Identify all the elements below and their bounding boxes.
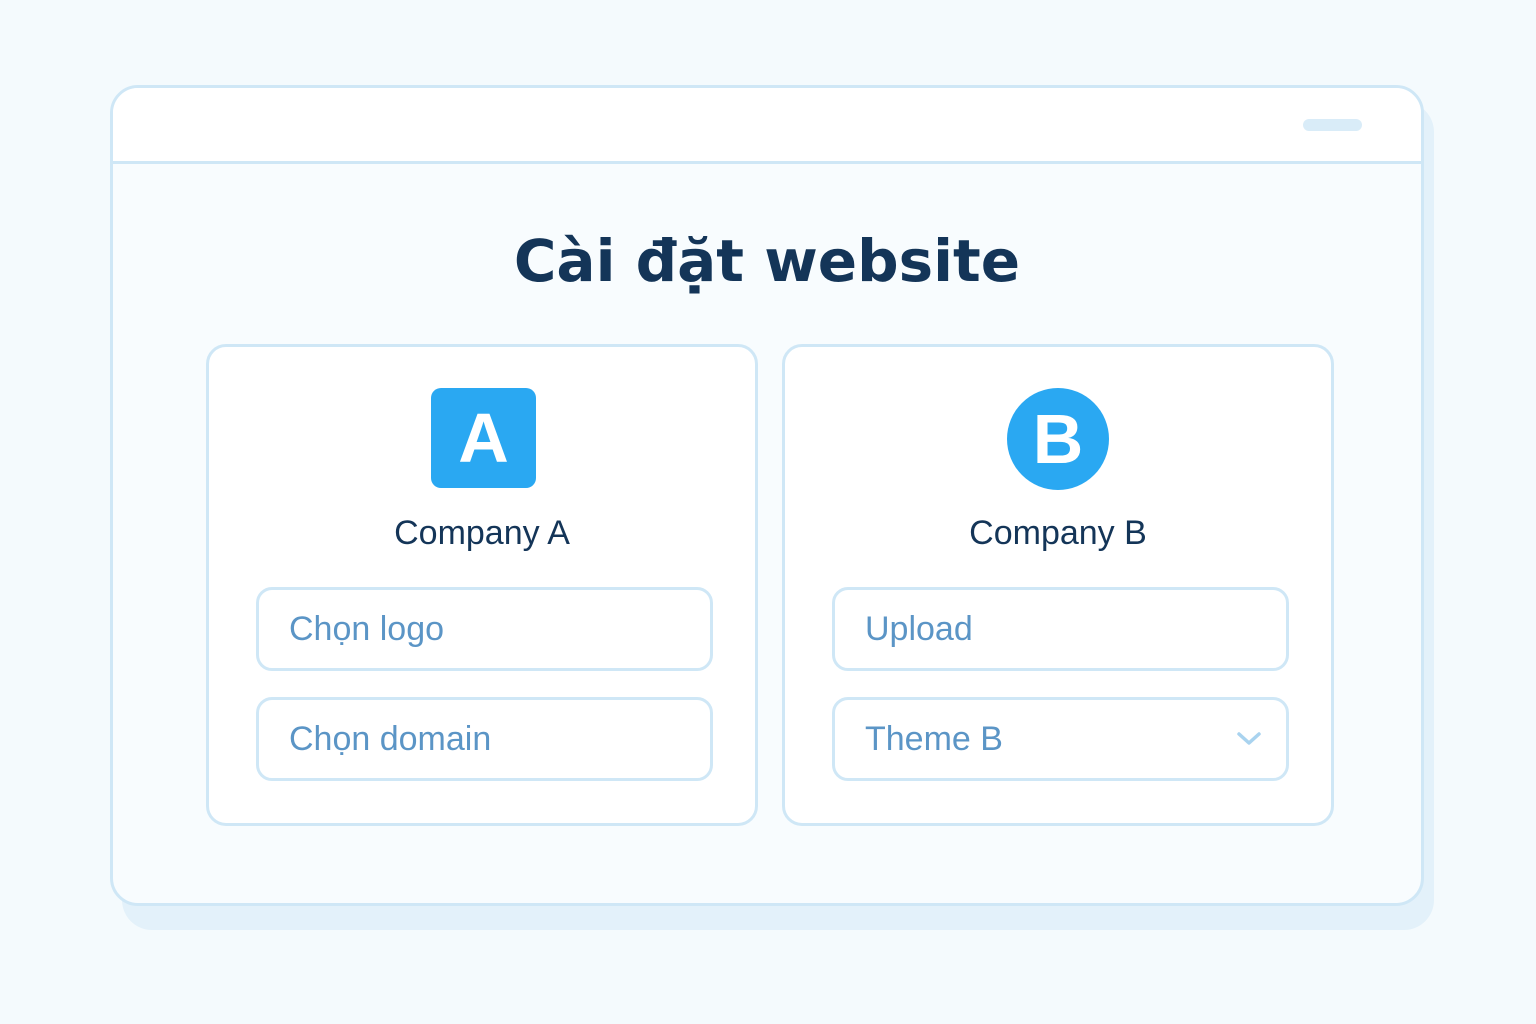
theme-select-value: Theme B bbox=[865, 719, 1003, 758]
page-title: Cài đặt website bbox=[513, 227, 1021, 295]
choose-domain-label: Chọn domain bbox=[289, 719, 492, 758]
choose-domain-field[interactable]: Chọn domain bbox=[256, 697, 713, 781]
choose-logo-label: Chọn logo bbox=[289, 609, 445, 648]
company-b-card: B Company B Upload Theme B bbox=[782, 344, 1334, 826]
settings-window: Cài đặt website A Company A Chọn logo Ch… bbox=[110, 85, 1424, 906]
upload-field[interactable]: Upload bbox=[832, 587, 1289, 671]
window-titlebar bbox=[113, 88, 1421, 164]
company-a-logo: A bbox=[431, 388, 536, 488]
chevron-down-icon[interactable] bbox=[1234, 724, 1264, 754]
titlebar-handle[interactable] bbox=[1303, 119, 1362, 131]
choose-logo-field[interactable]: Chọn logo bbox=[256, 587, 713, 671]
theme-select[interactable]: Theme B bbox=[832, 697, 1289, 781]
company-a-name: Company A bbox=[394, 514, 570, 552]
upload-label: Upload bbox=[865, 609, 973, 648]
company-a-card: A Company A Chọn logo Chọn domain bbox=[206, 344, 758, 826]
company-b-name: Company B bbox=[969, 514, 1147, 552]
company-b-logo: B bbox=[1007, 388, 1109, 490]
